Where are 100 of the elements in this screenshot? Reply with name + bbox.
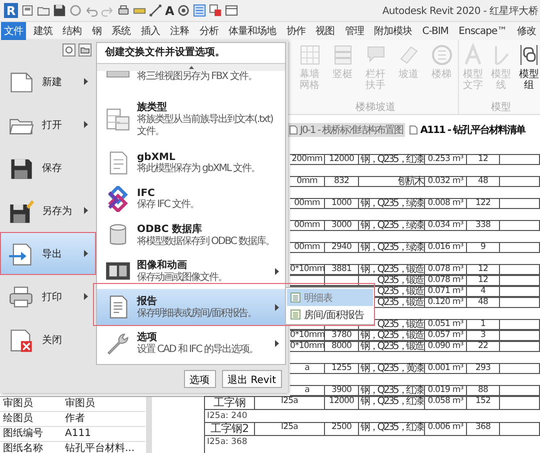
property-value[interactable]: A111 bbox=[62, 427, 145, 442]
table-cell: 1255 bbox=[325, 364, 359, 373]
view-icon[interactable] bbox=[177, 4, 190, 17]
window-icon[interactable] bbox=[225, 4, 238, 17]
ribbon-tab[interactable]: 结构 bbox=[60, 22, 84, 40]
app-menu-item[interactable]: 导出 bbox=[0, 232, 96, 275]
property-label: 绘图员 bbox=[0, 412, 62, 427]
submenu-item[interactable]: 房间/面积报告 bbox=[287, 306, 373, 323]
export-option[interactable]: 图像和动画 保存动画或图像文件。 bbox=[97, 253, 285, 289]
export-icon bbox=[9, 243, 32, 265]
window-icon[interactable] bbox=[21, 4, 34, 17]
table-cell: 2500 bbox=[325, 423, 359, 435]
property-value[interactable]: 作者 bbox=[62, 412, 145, 427]
submenu-arrow-icon bbox=[84, 293, 88, 300]
app-menu-item[interactable]: 新建 bbox=[0, 60, 96, 103]
ribbon-tab[interactable]: Enscape™ bbox=[456, 22, 510, 40]
table-cell: 4 bbox=[467, 287, 500, 296]
export-option[interactable]: ODBC 数据库 将模型数据保存到 ODBC 数据库。 bbox=[97, 217, 285, 253]
table-cell: I25a bbox=[255, 423, 325, 435]
app-menu-item[interactable]: 另存为 bbox=[0, 189, 96, 232]
export-option[interactable]: 选项 设置 CAD 和 IFC 的导出选项。 bbox=[97, 325, 285, 361]
ribbon-tab[interactable]: 协作 bbox=[283, 22, 308, 40]
menu-button[interactable]: 退出 Revit bbox=[222, 370, 282, 388]
ribbon-tab[interactable]: 分析 bbox=[196, 22, 222, 40]
ribbon-tab[interactable]: 修改 bbox=[514, 22, 539, 40]
ribbon-group-label: 模型 bbox=[490, 100, 512, 114]
table-cell: 88 bbox=[467, 386, 500, 395]
table-cell: 00mm bbox=[290, 243, 325, 252]
ribbon-tab[interactable]: 建筑 bbox=[30, 22, 56, 40]
table-cell: 2940 bbox=[325, 243, 359, 252]
property-label: 图纸名称 bbox=[0, 442, 62, 453]
table-cell: 00mm bbox=[290, 199, 325, 208]
table-cell: 3881 bbox=[325, 265, 359, 274]
submenu-arrow-icon bbox=[84, 121, 88, 128]
document-tab[interactable]: J0-1 - 栈桥标准结构布置图 bbox=[287, 123, 406, 137]
table-cell: 1000 bbox=[325, 199, 359, 208]
table-cell: 48 bbox=[467, 298, 500, 307]
table-cell: I25a bbox=[255, 397, 325, 409]
recent-documents-icon[interactable] bbox=[62, 43, 76, 57]
ribbon-tab[interactable]: 注释 bbox=[167, 22, 192, 40]
app-menu-item[interactable]: 打开 bbox=[0, 103, 96, 146]
app-menu-item[interactable]: 关闭 bbox=[0, 318, 96, 361]
export-option[interactable]: 族类型 将族类型从当前族导出到文本(.txt)文件。 bbox=[97, 93, 285, 145]
table-cell: 0.001 m³ bbox=[425, 364, 467, 373]
document-tab[interactable]: A111 - 钻孔平台材料清单 bbox=[407, 123, 527, 137]
export-option[interactable]: gbXML 将此模型保存为 gbXML 文件。 bbox=[97, 145, 285, 181]
save-icon[interactable] bbox=[53, 4, 66, 17]
property-value[interactable]: 钻孔平台材料... bbox=[62, 442, 145, 453]
table-cell: 0.058 m³ bbox=[425, 397, 467, 409]
app-logo[interactable]: R bbox=[4, 3, 18, 18]
table-cell: a bbox=[290, 364, 325, 373]
list-icon[interactable] bbox=[193, 4, 206, 17]
property-label: 图纸编号 bbox=[0, 427, 62, 442]
printer-icon bbox=[10, 286, 32, 307]
scrollbar[interactable] bbox=[146, 397, 152, 453]
caret-icon bbox=[188, 66, 194, 69]
table-cell: 钢，Q235，绿漆 bbox=[359, 199, 425, 208]
table-cell: 0.253 m³ bbox=[425, 155, 467, 164]
window-title: Autodesk Revit 2020 - 红星坪大桥 bbox=[382, 4, 539, 18]
ribbon-tab[interactable]: 文件 bbox=[1, 22, 26, 40]
ribbon-tab[interactable]: 钢 bbox=[88, 22, 104, 40]
menu-button[interactable]: 选项 bbox=[184, 370, 216, 388]
ribbon-tab[interactable]: 插入 bbox=[138, 22, 163, 40]
table-cell: 0.016 m³ bbox=[425, 243, 467, 252]
dimension-icon[interactable] bbox=[149, 4, 162, 17]
ribbon-tab[interactable]: 体量和场地 bbox=[226, 22, 279, 40]
ribbon-tab[interactable]: 附加模块 bbox=[371, 22, 415, 40]
printer-icon[interactable] bbox=[117, 4, 130, 17]
table-cell: 12 bbox=[467, 276, 500, 285]
table-cell: 00mm bbox=[290, 221, 325, 230]
submenu-arrow-icon bbox=[275, 268, 279, 274]
switch-window-icon[interactable] bbox=[209, 4, 222, 17]
table-cell: 0.078 m³ bbox=[425, 276, 467, 285]
table-cell: 293 bbox=[467, 364, 500, 373]
table-cell: 钢，Q235，黄漆 bbox=[359, 364, 425, 373]
table-cell: 1 bbox=[467, 320, 500, 329]
table-cell: 0.034 m³ bbox=[425, 221, 467, 230]
text-tool-button[interactable]: A bbox=[165, 4, 174, 18]
ribbon-tab[interactable]: C-BIM bbox=[419, 22, 452, 40]
table-cell: 钢，Q235，红漆 bbox=[359, 155, 425, 164]
table-cell: 钢，Q235，绿漆 bbox=[359, 221, 425, 230]
film-icon bbox=[106, 262, 130, 280]
ribbon-tab[interactable]: 管理 bbox=[342, 22, 367, 40]
table-cell: 9 bbox=[467, 243, 500, 252]
table-cell: 3000 bbox=[325, 221, 359, 230]
floppy-pencil-icon bbox=[10, 200, 34, 222]
app-menu-item[interactable]: 保存 bbox=[0, 146, 96, 189]
ribbon-tool[interactable]: 模型组 bbox=[515, 43, 540, 100]
property-value[interactable]: 审图员 bbox=[62, 397, 145, 412]
export-option[interactable]: IFC 保存 IFC 文件。 bbox=[97, 181, 285, 217]
ribbon-tab[interactable]: 系统 bbox=[108, 22, 134, 40]
table-icon bbox=[106, 108, 130, 130]
export-option[interactable]: 报告 保存明细表或房间/面积报告。 bbox=[97, 289, 285, 325]
ribbon-tab[interactable]: 视图 bbox=[312, 22, 338, 40]
table-cell: 钢，Q235，锻造 bbox=[359, 331, 425, 340]
table-cell: 0.057 m³ bbox=[425, 331, 467, 340]
open-documents-icon[interactable] bbox=[78, 43, 92, 57]
app-menu-item[interactable]: 打印 bbox=[0, 275, 96, 318]
database-icon bbox=[110, 224, 126, 245]
table-cell: 钢，Q235，红漆 bbox=[359, 386, 425, 395]
